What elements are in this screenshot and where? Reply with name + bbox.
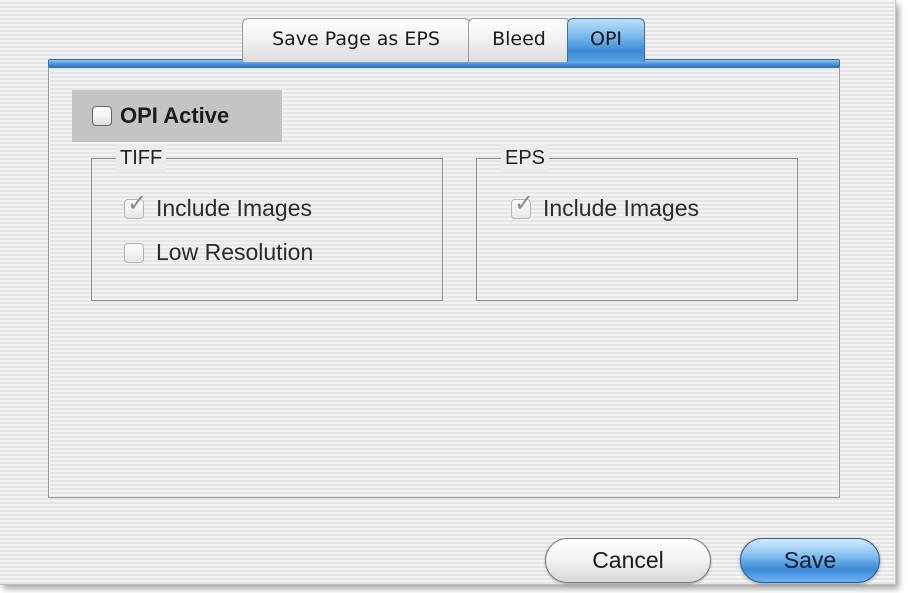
tiff-group-title: TIFF bbox=[116, 144, 167, 172]
tiff-low-resolution-checkbox[interactable] bbox=[124, 242, 144, 263]
cancel-button[interactable]: Cancel bbox=[545, 538, 711, 583]
eps-group: EPS ✓ Include Images bbox=[476, 144, 798, 301]
checkmark-icon: ✓ bbox=[514, 188, 535, 217]
tiff-low-resolution-label: Low Resolution bbox=[156, 239, 314, 265]
save-button[interactable]: Save bbox=[740, 538, 880, 583]
opi-active-row[interactable]: OPI Active bbox=[72, 90, 282, 142]
tab-bar: Save Page as EPS Bleed OPI bbox=[0, 18, 895, 62]
tiff-low-resolution-option[interactable]: Low Resolution bbox=[124, 239, 313, 266]
tab-bleed[interactable]: Bleed bbox=[468, 18, 570, 62]
opi-active-label: OPI Active bbox=[120, 103, 230, 128]
tiff-group: TIFF ✓ Include Images Low Resolution bbox=[91, 144, 443, 301]
tiff-include-images-option[interactable]: ✓ Include Images bbox=[124, 191, 312, 222]
dialog-window: Save Page as EPS Bleed OPI OPI Active TI… bbox=[0, 0, 896, 585]
eps-include-images-option[interactable]: ✓ Include Images bbox=[511, 191, 699, 222]
tiff-include-images-label: Include Images bbox=[156, 195, 312, 221]
tab-save-page-as-eps[interactable]: Save Page as EPS bbox=[242, 18, 470, 62]
tiff-include-images-checkbox[interactable]: ✓ bbox=[124, 191, 147, 219]
eps-include-images-label: Include Images bbox=[543, 195, 699, 221]
eps-include-images-checkbox[interactable]: ✓ bbox=[511, 191, 534, 219]
opi-active-checkbox[interactable] bbox=[92, 106, 112, 126]
checkmark-icon: ✓ bbox=[127, 188, 148, 217]
eps-group-title: EPS bbox=[501, 144, 550, 172]
tab-opi[interactable]: OPI bbox=[567, 18, 645, 62]
